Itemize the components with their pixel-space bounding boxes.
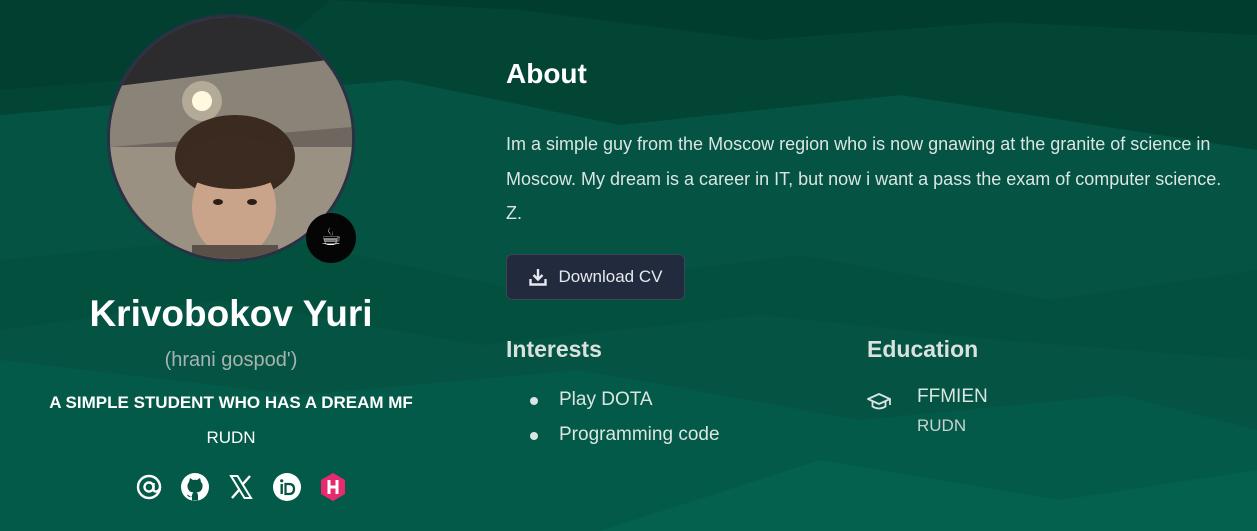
status-badge: ☕ — [306, 213, 356, 263]
download-icon — [528, 269, 547, 286]
github-link[interactable] — [179, 471, 211, 503]
avatar-container: ☕ — [107, 14, 356, 263]
profile-nickname: (hrani gospod') — [164, 349, 298, 371]
profile-tagline: A SIMPLE STUDENT WHO HAS A DREAM MF — [49, 393, 413, 412]
interests-list: Play DOTA Programming code — [530, 383, 720, 453]
orcid-link[interactable] — [271, 471, 303, 503]
social-links — [133, 471, 349, 503]
hashnode-link[interactable] — [317, 471, 349, 503]
hashnode-icon — [321, 473, 345, 501]
download-cv-label: Download CV — [558, 267, 663, 286]
education-institution: RUDN — [917, 416, 967, 435]
about-text: Im a simple guy from the Moscow region w… — [506, 134, 1222, 223]
interest-item: Programming code — [530, 418, 720, 453]
x-twitter-icon — [229, 475, 253, 499]
github-icon — [181, 473, 209, 501]
interests-title: Interests — [506, 336, 602, 362]
profile-name: Krivobokov Yuri — [89, 293, 373, 334]
education-degree: FFMIEN — [917, 386, 988, 407]
education-title: Education — [867, 336, 979, 362]
x-twitter-link[interactable] — [225, 471, 257, 503]
about-title: About — [506, 58, 587, 89]
interest-item: Play DOTA — [530, 383, 720, 418]
graduation-cap-icon — [867, 393, 891, 410]
coffee-icon: ☕ — [320, 224, 342, 251]
download-cv-button[interactable]: Download CV — [506, 254, 685, 300]
orcid-icon — [273, 473, 301, 501]
email-link[interactable] — [133, 471, 165, 503]
email-icon — [136, 474, 162, 500]
profile-page: ☕ Krivobokov Yuri (hrani gospod') A SIMP… — [0, 0, 1257, 531]
profile-affiliation: RUDN — [206, 428, 256, 447]
